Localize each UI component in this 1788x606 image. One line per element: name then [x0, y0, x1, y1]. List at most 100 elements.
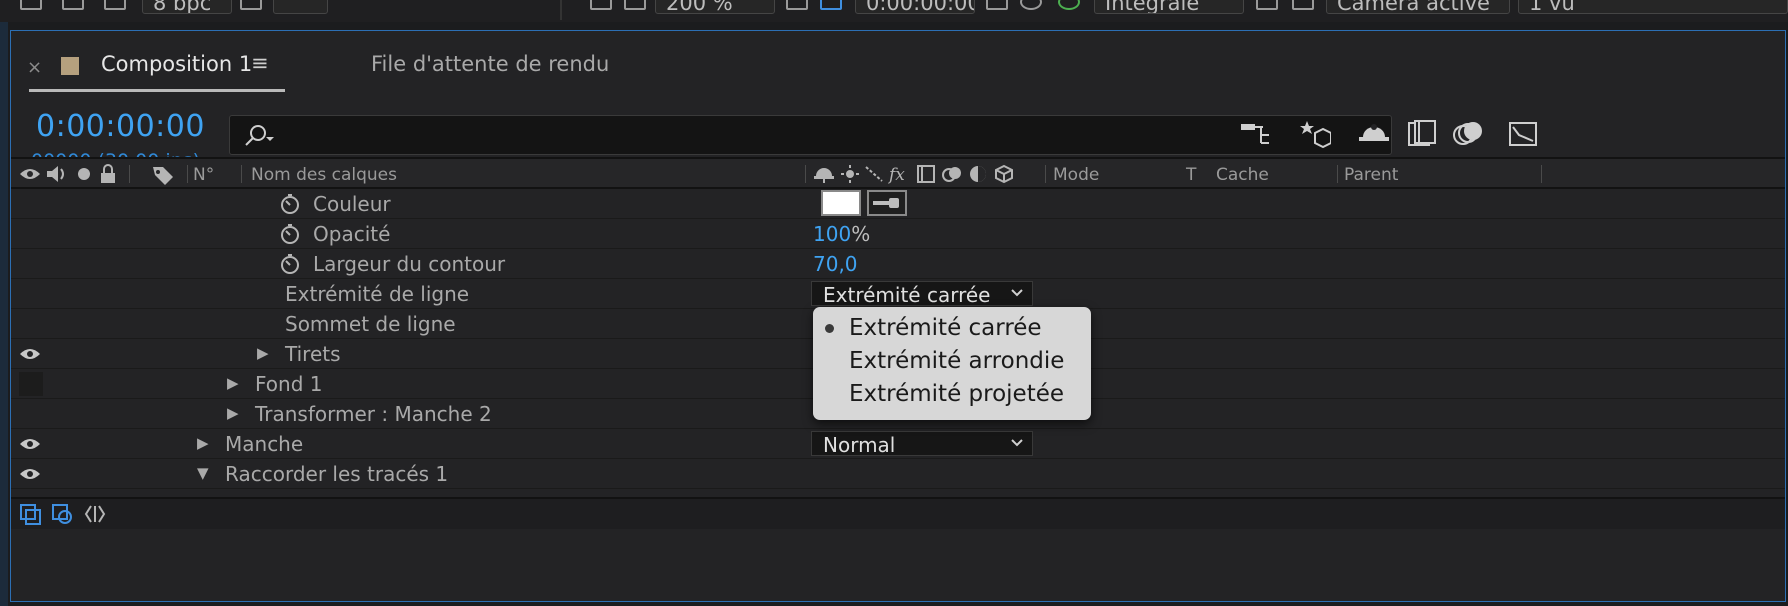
property-row-largeur[interactable]: Largeur du contour 70,0 — [11, 249, 1785, 279]
track-matte-t-header[interactable]: T — [1186, 165, 1196, 185]
timeline-bottom-bar — [11, 497, 1785, 529]
shy-switch-icon[interactable] — [813, 164, 835, 184]
layer-search-input[interactable] — [229, 115, 1392, 155]
draft-3d-icon[interactable] — [1297, 119, 1331, 149]
stopwatch-icon[interactable] — [279, 253, 301, 275]
in-out-duration-toggle-icon[interactable] — [83, 503, 107, 525]
adjustment-layer-icon[interactable] — [967, 164, 989, 184]
camera-snapshot-icon[interactable] — [986, 0, 1008, 10]
property-row-opacite[interactable]: Opacité 100% — [11, 219, 1785, 249]
line-cap-popup-menu: Extrémité carrée Extrémité arrondie Extr… — [813, 307, 1091, 420]
region-icon[interactable] — [786, 0, 808, 10]
blend-mode-dropdown[interactable]: Normal — [811, 431, 1033, 457]
composition-icon[interactable] — [20, 0, 42, 10]
tab-render-queue[interactable]: File d'attente de rendu — [371, 52, 609, 76]
stopwatch-icon[interactable] — [279, 193, 301, 215]
panel-menu-icon[interactable]: ≡ — [251, 51, 269, 75]
expand-triangle-icon[interactable]: ▶ — [257, 344, 269, 362]
stopwatch-icon[interactable] — [279, 223, 301, 245]
color-channels-icon[interactable] — [1058, 0, 1080, 10]
layout-icon[interactable] — [1292, 0, 1314, 10]
composition-mini-flowchart-icon[interactable] — [1239, 119, 1273, 149]
header-divider — [1337, 165, 1338, 183]
visibility-toggle-empty[interactable] — [19, 372, 43, 396]
audio-speaker-icon[interactable] — [45, 164, 67, 184]
motion-blur-switch-icon[interactable] — [941, 164, 963, 184]
tab-composition-1[interactable]: Composition 1 — [101, 52, 252, 76]
frame-blend-switch-icon[interactable] — [915, 164, 937, 184]
expand-triangle-icon[interactable]: ▶ — [227, 374, 239, 392]
svg-text:fx: fx — [887, 165, 905, 184]
cache-header[interactable]: Cache — [1216, 165, 1269, 185]
close-tab-icon[interactable]: × — [27, 57, 42, 78]
snapshot-icon[interactable] — [624, 0, 646, 10]
frame-blending-icon[interactable] — [1405, 119, 1439, 149]
property-row-couleur[interactable]: Couleur — [11, 189, 1785, 219]
opacity-value[interactable]: 100% — [813, 222, 870, 246]
collapse-sun-icon[interactable] — [839, 164, 861, 184]
visibility-eye-icon[interactable] — [19, 434, 41, 454]
property-row-extremite[interactable]: Extrémité de ligne Extrémité carrée — [11, 279, 1785, 309]
group-row-raccorder[interactable]: ▼ Raccorder les tracés 1 — [11, 459, 1785, 489]
transparency-grid-icon[interactable] — [820, 0, 842, 10]
fx-icon[interactable]: fx — [887, 164, 911, 184]
bpc-button[interactable]: 8 bpc — [142, 0, 232, 14]
zoom-select[interactable]: 200 % — [655, 0, 775, 14]
selected-bullet-icon — [825, 324, 834, 333]
solo-dot-icon[interactable] — [73, 164, 95, 184]
quality-slash-icon[interactable] — [863, 164, 885, 184]
motion-blur-icon[interactable] — [1451, 119, 1485, 149]
group-row-manche[interactable]: ▶ Manche Normal — [11, 429, 1785, 459]
grid-icon[interactable] — [590, 0, 612, 10]
eyedropper-button[interactable] — [867, 190, 907, 216]
toolbar-pill[interactable] — [273, 0, 328, 14]
tab-bar: × Composition 1 ≡ File d'attente de rend… — [11, 31, 1785, 95]
header-divider — [1045, 165, 1046, 183]
camera-select[interactable]: Caméra active — [1326, 0, 1510, 14]
opacity-number[interactable]: 100 — [813, 222, 851, 246]
3d-layer-cube-icon[interactable] — [993, 164, 1015, 184]
header-divider — [129, 165, 130, 183]
active-tab-indicator — [29, 89, 285, 92]
visibility-eye-icon[interactable] — [19, 344, 41, 364]
layer-number-header[interactable]: N° — [193, 165, 214, 185]
group-name: Raccorder les tracés 1 — [225, 462, 449, 486]
expand-triangle-icon[interactable]: ▶ — [197, 434, 209, 452]
collapse-triangle-icon[interactable]: ▼ — [197, 464, 209, 482]
stroke-color-swatch[interactable] — [821, 190, 861, 216]
transfer-controls-toggle-icon[interactable] — [51, 503, 75, 525]
view-layout-select[interactable]: 1 vu — [1518, 0, 1788, 14]
parent-header[interactable]: Parent — [1344, 165, 1398, 185]
flowchart-icon[interactable] — [104, 0, 126, 10]
header-divider — [805, 165, 806, 183]
current-timecode[interactable]: 0:00:00:00 — [36, 109, 205, 144]
header-divider — [241, 165, 242, 183]
folder-icon[interactable] — [62, 0, 84, 10]
resolution-select[interactable]: Intégrale — [1094, 0, 1244, 14]
shy-layers-icon[interactable] — [1357, 119, 1391, 149]
menu-option-extremite-arrondie[interactable]: Extrémité arrondie — [849, 348, 1064, 374]
visibility-eye-icon[interactable] — [19, 464, 41, 484]
menu-option-extremite-projetee[interactable]: Extrémité projetée — [849, 381, 1064, 407]
show-snapshot-icon[interactable] — [1020, 0, 1042, 10]
expand-triangle-icon[interactable]: ▶ — [227, 404, 239, 422]
property-name: Extrémité de ligne — [285, 282, 470, 306]
layer-switches-toggle-icon[interactable] — [19, 503, 43, 525]
line-cap-dropdown[interactable]: Extrémité carrée — [811, 281, 1033, 307]
graph-editor-icon[interactable] — [1507, 119, 1541, 149]
visibility-eye-icon[interactable] — [19, 164, 41, 184]
line-cap-selected: Extrémité carrée — [823, 283, 991, 307]
header-divider — [187, 165, 188, 183]
layer-columns-header: N° Nom des calques fx Mode T Cache Paren… — [11, 157, 1785, 189]
label-tag-icon[interactable] — [151, 164, 175, 186]
mode-header[interactable]: Mode — [1053, 165, 1099, 185]
region-interest-icon[interactable] — [1256, 0, 1278, 10]
search-icon — [245, 125, 274, 146]
menu-option-extremite-carree[interactable]: Extrémité carrée — [849, 315, 1042, 341]
trash-icon[interactable] — [240, 0, 262, 10]
current-time-field[interactable]: 0:00:00:00 — [855, 0, 975, 14]
layer-name-header[interactable]: Nom des calques — [251, 165, 397, 185]
lock-icon[interactable] — [97, 164, 119, 184]
composition-color-swatch — [61, 57, 79, 75]
stroke-width-value[interactable]: 70,0 — [813, 252, 858, 276]
